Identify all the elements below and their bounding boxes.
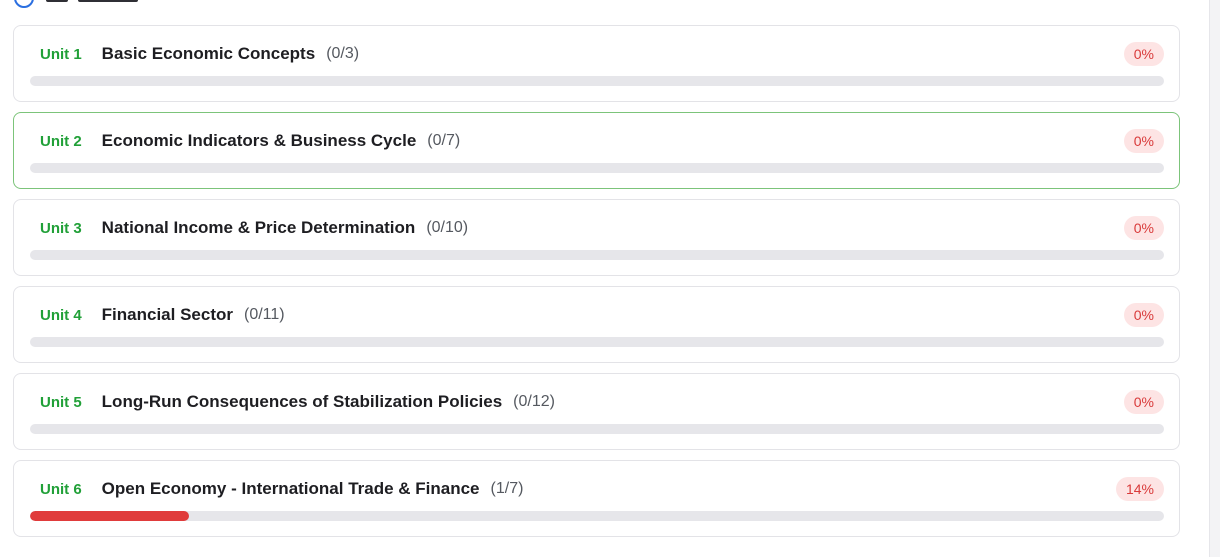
- unit-card-2[interactable]: Unit 2 Economic Indicators & Business Cy…: [13, 112, 1180, 189]
- unit-title[interactable]: Financial Sector: [102, 305, 233, 325]
- unit-header: Unit 1 Basic Economic Concepts (0/3): [40, 42, 1163, 66]
- percent-badge: 0%: [1123, 216, 1164, 240]
- percent-badge: 14%: [1115, 477, 1164, 501]
- progress-bar: [30, 424, 1164, 434]
- unit-label: Unit 3: [40, 219, 82, 237]
- progress-bar: [30, 250, 1164, 260]
- unit-card-6[interactable]: Unit 6 Open Economy - International Trad…: [13, 460, 1180, 537]
- unit-list: Unit 1 Basic Economic Concepts (0/3) 0% …: [13, 25, 1180, 547]
- unit-label: Unit 1: [40, 45, 82, 63]
- unit-title[interactable]: Basic Economic Concepts: [102, 44, 316, 64]
- section-heading-cropped: [46, 0, 176, 4]
- progress-bar: [30, 337, 1164, 347]
- unit-header: Unit 3 National Income & Price Determina…: [40, 216, 1163, 240]
- percent-badge: 0%: [1123, 303, 1164, 327]
- progress-bar: [30, 76, 1164, 86]
- course-units-page: Unit 1 Basic Economic Concepts (0/3) 0% …: [0, 0, 1220, 557]
- unit-label: Unit 4: [40, 306, 82, 324]
- unit-progress-count: (0/10): [426, 219, 469, 236]
- unit-card-1[interactable]: Unit 1 Basic Economic Concepts (0/3) 0%: [13, 25, 1180, 102]
- unit-progress-count: (0/12): [513, 393, 555, 410]
- unit-header: Unit 4 Financial Sector (0/11): [40, 303, 1163, 327]
- percent-badge: 0%: [1123, 42, 1164, 66]
- unit-header: Unit 6 Open Economy - International Trad…: [40, 477, 1163, 501]
- progress-bar-fill: [30, 511, 189, 521]
- unit-card-3[interactable]: Unit 3 National Income & Price Determina…: [13, 199, 1180, 276]
- unit-progress-count: (0/11): [244, 306, 285, 323]
- unit-progress-count: (0/7): [427, 132, 461, 149]
- scrollbar[interactable]: [1209, 0, 1220, 557]
- unit-progress-count: (0/3): [326, 45, 360, 62]
- progress-bar: [30, 163, 1164, 173]
- unit-card-4[interactable]: Unit 4 Financial Sector (0/11) 0%: [13, 286, 1180, 363]
- progress-bar: [30, 511, 1164, 521]
- progress-circle-icon: [14, 0, 34, 8]
- unit-title[interactable]: Long-Run Consequences of Stabilization P…: [102, 392, 502, 412]
- unit-title[interactable]: Economic Indicators & Business Cycle: [102, 131, 417, 151]
- unit-title[interactable]: Open Economy - International Trade & Fin…: [102, 479, 480, 499]
- percent-badge: 0%: [1123, 129, 1164, 153]
- unit-progress-count: (1/7): [490, 480, 524, 497]
- unit-header: Unit 5 Long-Run Consequences of Stabiliz…: [40, 390, 1163, 414]
- unit-card-5[interactable]: Unit 5 Long-Run Consequences of Stabiliz…: [13, 373, 1180, 450]
- unit-label: Unit 2: [40, 132, 82, 150]
- unit-title[interactable]: National Income & Price Determination: [102, 218, 416, 238]
- percent-badge: 0%: [1123, 390, 1164, 414]
- unit-label: Unit 5: [40, 393, 82, 411]
- unit-label: Unit 6: [40, 480, 82, 498]
- unit-header: Unit 2 Economic Indicators & Business Cy…: [40, 129, 1163, 153]
